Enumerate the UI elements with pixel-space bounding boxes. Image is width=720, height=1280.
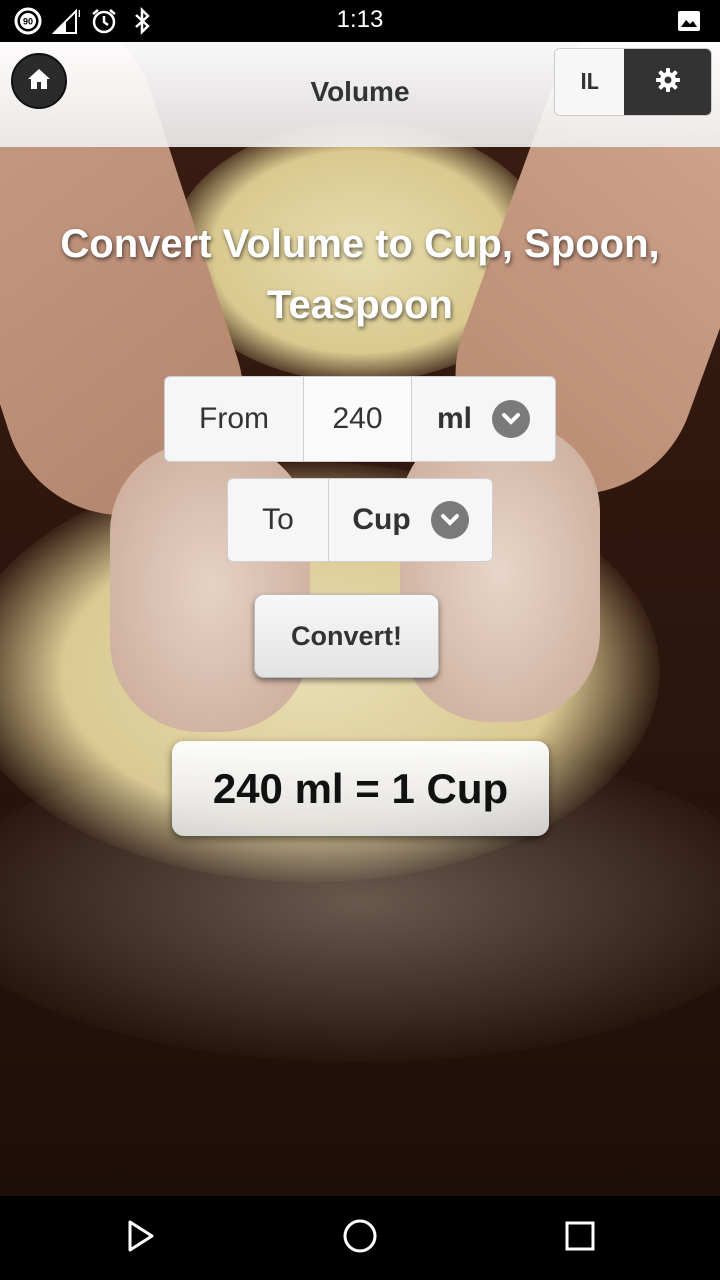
from-unit-value: ml: [436, 402, 472, 435]
from-label: From: [199, 402, 269, 435]
app-header: Volume IL: [0, 42, 720, 147]
chevron-down-icon: [430, 501, 469, 539]
chevron-down-icon: [492, 400, 530, 438]
to-unit-select[interactable]: Cup: [328, 479, 492, 561]
to-label: To: [262, 503, 294, 536]
home-nav-button[interactable]: [340, 1218, 380, 1258]
amount-input[interactable]: 240: [303, 377, 411, 461]
status-bar: 90 H 1:13: [0, 0, 720, 42]
from-unit-select[interactable]: ml: [411, 377, 555, 461]
status-time: 1:13: [336, 6, 384, 33]
to-input-group: To Cup: [227, 478, 493, 562]
converter-heading: Convert Volume to Cup, Spoon, Teaspoon: [60, 222, 660, 327]
settings-button[interactable]: [624, 49, 711, 115]
from-input-group: From 240 ml: [164, 376, 556, 462]
header-button-group: IL: [554, 48, 712, 116]
home-circle-icon: [342, 1218, 378, 1258]
conversion-result: 240 ml = 1 Cup: [172, 741, 549, 836]
back-button[interactable]: [120, 1218, 160, 1258]
image-notification-icon: [676, 8, 702, 38]
language-button[interactable]: IL: [555, 49, 624, 115]
back-icon: [124, 1219, 156, 1257]
to-unit-value: Cup: [352, 503, 411, 536]
recents-button[interactable]: [560, 1218, 600, 1258]
convert-button[interactable]: Convert!: [254, 594, 439, 678]
recents-icon: [564, 1220, 596, 1256]
gear-icon: [654, 66, 682, 98]
navigation-bar: [0, 1196, 720, 1280]
